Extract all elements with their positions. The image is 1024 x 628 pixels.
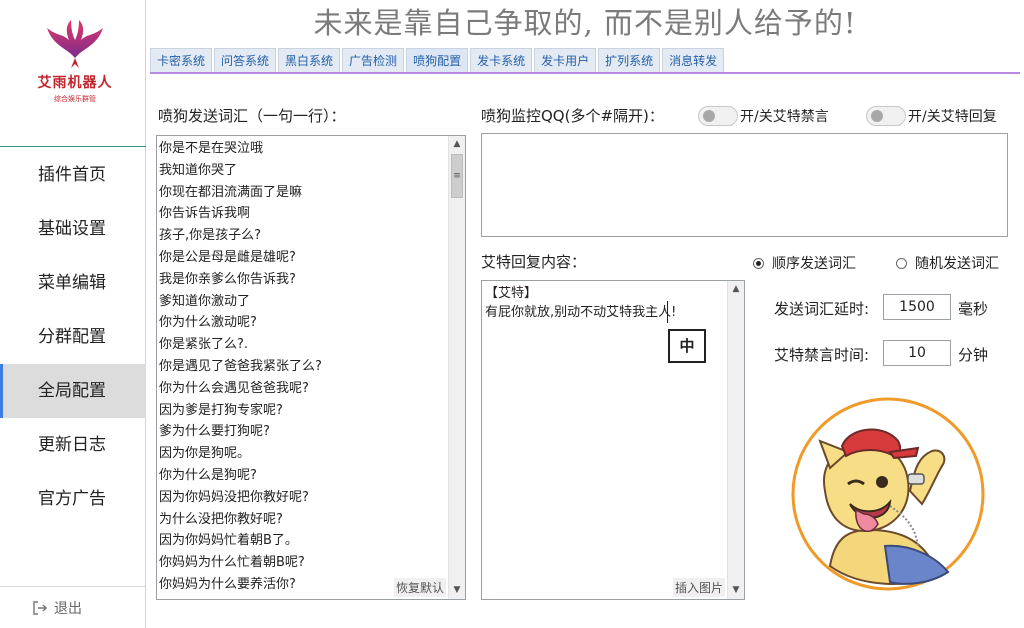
monitor-qq-textarea[interactable] xyxy=(481,133,1008,237)
toggle-reply[interactable]: 开/关艾特回复 xyxy=(866,106,997,126)
app-logo: 艾雨机器人 综合娱乐群管 xyxy=(20,18,130,118)
reply-scrollbar[interactable]: ▲ ▼ xyxy=(727,281,744,599)
words-textarea[interactable]: 你是不是在哭泣哦 我知道你哭了你现在都泪流满面了是嘛 你告诉告诉我啊 孩子,你是孩子么… xyxy=(156,135,466,600)
reply-text: 【艾特】 有屁你就放,别动不动艾特我主人! xyxy=(485,284,725,322)
sidebar-item-official-ads[interactable]: 官方广告 xyxy=(0,472,146,526)
toggle-knob xyxy=(703,110,715,122)
phoenix-logo-icon xyxy=(47,20,103,68)
sidebar-divider xyxy=(0,146,146,147)
sidebar-item-group-config[interactable]: 分群配置 xyxy=(0,310,146,364)
restore-default-button[interactable]: 恢复默认 xyxy=(393,578,446,597)
word-line: 你为什么激动呢? xyxy=(159,315,257,331)
tab-ad-detection[interactable]: 广告检测 xyxy=(342,48,405,72)
radio-random-send[interactable]: 随机发送词汇 xyxy=(896,253,999,273)
toggle-ban-label: 开/关艾特禁言 xyxy=(740,109,829,125)
word-line: 你妈妈为什么忙着朝B呢? xyxy=(159,555,305,571)
word-line: 因为你妈妈没把你教好呢? xyxy=(159,489,309,505)
word-line: 你是公是母是雌是雄呢? xyxy=(159,249,296,265)
word-line: 你是紧张了么?. xyxy=(159,337,249,353)
ime-indicator: 中 xyxy=(668,329,706,363)
word-line: 爹为什么要打狗呢? xyxy=(159,424,270,440)
radio-dot xyxy=(896,257,907,269)
scroll-thumb[interactable]: ≡ xyxy=(451,154,463,198)
reply-line: 有屁你就放,别动不动艾特我主人! xyxy=(485,305,677,320)
radio-random-label: 随机发送词汇 xyxy=(915,256,999,272)
ban-time-input[interactable]: 10 xyxy=(883,340,951,366)
word-line: 我知道你哭了 xyxy=(159,162,238,178)
toggle-ban-switch[interactable] xyxy=(698,106,738,126)
delay-unit: 毫秒 xyxy=(958,300,989,318)
word-line: 你是不是在哭泣哦 xyxy=(159,141,264,156)
tab-qa-system[interactable]: 问答系统 xyxy=(214,48,277,72)
ban-time-unit: 分钟 xyxy=(958,346,989,364)
word-line: 爹知道你激动了 xyxy=(159,293,251,309)
toggle-reply-label: 开/关艾特回复 xyxy=(908,109,997,125)
toggle-knob xyxy=(871,110,883,122)
word-line: 为什么没把你教好呢? xyxy=(159,511,283,527)
tab-spray-config[interactable]: 喷狗配置 xyxy=(406,48,469,72)
tab-bar: 卡密系统 问答系统 黑白系统 广告检测 喷狗配置 发卡系统 发卡用户 扩列系统 … xyxy=(150,48,726,72)
logout-label: 退出 xyxy=(54,600,82,617)
words-lines: 你是不是在哭泣哦 我知道你哭了你现在都泪流满面了是嘛 你告诉告诉我啊 孩子,你是孩子么… xyxy=(159,138,449,596)
word-line: 因为你妈妈忙着朝B了。 xyxy=(159,533,298,549)
logo-subtitle: 综合娱乐群管 xyxy=(54,95,96,103)
tab-issue-card-system[interactable]: 发卡系统 xyxy=(470,48,533,72)
word-line: 孩子,你是孩子么? xyxy=(159,228,262,244)
tab-underline xyxy=(150,72,1020,74)
scroll-down-icon[interactable]: ▼ xyxy=(449,582,465,599)
word-line: 因为爹是打狗专家呢? xyxy=(159,402,283,418)
reply-line: 【艾特】 xyxy=(485,286,538,301)
tab-card-system[interactable]: 卡密系统 xyxy=(150,48,213,72)
ban-time-label: 艾特禁言时间: xyxy=(774,346,870,364)
word-line: 你为什么是狗呢? xyxy=(159,467,257,483)
page-title: 未来是靠自己争取的, 而不是别人给予的! xyxy=(313,6,857,40)
words-label: 喷狗发送词汇（一句一行）： xyxy=(158,107,346,125)
word-line: 你为什么会遇见爸爸我呢? xyxy=(159,380,309,396)
word-line: 你现在都泪流满面了是嘛 xyxy=(159,184,303,200)
sidebar-item-plugin-home[interactable]: 插件首页 xyxy=(0,148,146,202)
toggle-ban[interactable]: 开/关艾特禁言 xyxy=(698,106,829,126)
logout-button[interactable]: 退出 xyxy=(0,586,146,628)
sidebar-item-global-config[interactable]: 全局配置 xyxy=(0,364,146,418)
sidebar: 艾雨机器人 综合娱乐群管 插件首页 基础设置 菜单编辑 分群配置 全局配置 更新… xyxy=(0,0,146,628)
word-line: 因为你是狗呢。 xyxy=(159,446,251,462)
sidebar-nav: 插件首页 基础设置 菜单编辑 分群配置 全局配置 更新日志 官方广告 xyxy=(0,148,146,526)
radio-order-label: 顺序发送词汇 xyxy=(772,256,856,272)
scroll-down-icon[interactable]: ▼ xyxy=(728,582,744,599)
sidebar-item-menu-edit[interactable]: 菜单编辑 xyxy=(0,256,146,310)
logout-icon xyxy=(33,600,47,615)
mascot-cat-icon xyxy=(791,397,985,591)
delay-label: 发送词汇延时: xyxy=(774,300,870,318)
delay-input[interactable]: 1500 xyxy=(883,294,951,320)
logo-title: 艾雨机器人 xyxy=(37,75,113,91)
tab-expand-system[interactable]: 扩列系统 xyxy=(598,48,661,72)
word-line: 我是你亲爹么你告诉我? xyxy=(159,271,296,287)
scroll-up-icon[interactable]: ▲ xyxy=(449,136,465,153)
scroll-up-icon[interactable]: ▲ xyxy=(728,281,744,298)
sidebar-item-changelog[interactable]: 更新日志 xyxy=(0,418,146,472)
sidebar-item-basic-settings[interactable]: 基础设置 xyxy=(0,202,146,256)
words-scrollbar[interactable]: ▲ ≡ ▼ xyxy=(448,136,465,599)
reply-textarea[interactable]: 【艾特】 有屁你就放,别动不动艾特我主人! ▲ ▼ 插入图片 xyxy=(481,280,745,600)
tab-message-forward[interactable]: 消息转发 xyxy=(662,48,725,72)
tab-card-users[interactable]: 发卡用户 xyxy=(534,48,597,72)
word-line: 你告诉告诉我啊 xyxy=(159,206,251,222)
toggle-reply-switch[interactable] xyxy=(866,106,906,126)
word-line: 你是遇见了爸爸我紧张了么? xyxy=(159,358,322,374)
insert-image-button[interactable]: 插入图片 xyxy=(672,578,725,597)
tab-blackwhite-system[interactable]: 黑白系统 xyxy=(278,48,341,72)
radio-dot xyxy=(753,257,764,269)
text-cursor xyxy=(667,301,668,323)
radio-order-send[interactable]: 顺序发送词汇 xyxy=(753,253,856,273)
monitor-label: 喷狗监控QQ(多个#隔开)： xyxy=(481,107,664,125)
reply-label: 艾特回复内容： xyxy=(481,253,587,271)
